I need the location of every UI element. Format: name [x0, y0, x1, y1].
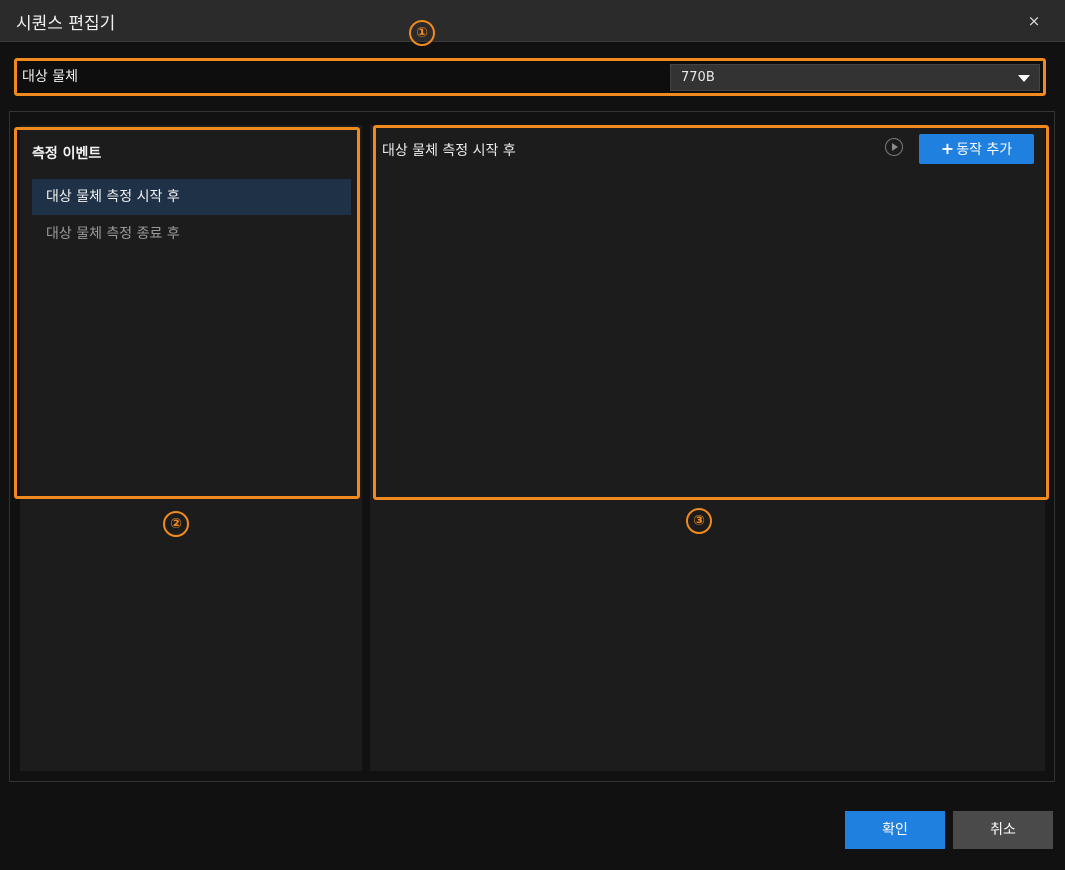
highlight-box-2 — [14, 127, 360, 499]
annotation-marker-2: ② — [163, 511, 189, 537]
cancel-button[interactable]: 취소 — [953, 811, 1053, 849]
ok-button[interactable]: 확인 — [845, 811, 945, 849]
annotation-marker-3: ③ — [686, 508, 712, 534]
highlight-box-3 — [373, 125, 1049, 500]
window-title: 시퀀스 편집기 — [16, 14, 116, 34]
title-bar: 시퀀스 편집기 × — [0, 0, 1065, 42]
highlight-box-1 — [14, 58, 1046, 96]
annotation-marker-1: ① — [409, 20, 435, 46]
close-icon[interactable]: × — [1025, 12, 1043, 30]
